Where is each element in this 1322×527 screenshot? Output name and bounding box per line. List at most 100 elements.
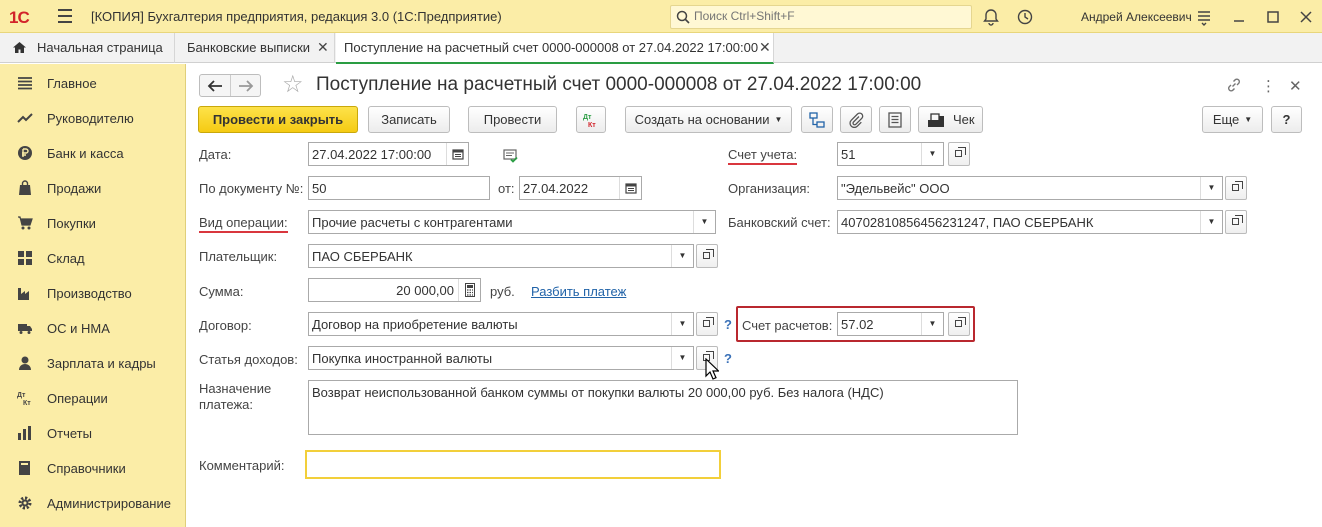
open-payer-button[interactable] — [696, 244, 718, 268]
date-label: Дата: — [199, 147, 232, 162]
trend-icon — [17, 113, 33, 123]
sidebar-item-label: Руководителю — [47, 111, 134, 126]
date-field[interactable]: 27.04.2022 17:00:00 — [308, 142, 469, 166]
chevron-down-icon[interactable]: ▼ — [693, 211, 715, 233]
post-and-close-button[interactable]: Провести и закрыть — [198, 106, 358, 133]
dt-kt-icon: ДтКт — [583, 114, 596, 129]
dt-kt-button[interactable]: Дт Кт — [576, 106, 606, 133]
open-window-icon — [703, 317, 714, 327]
tab-bank-statements-label: Банковские выписки — [187, 40, 311, 55]
sidebar-item-reports[interactable]: Отчеты — [0, 415, 186, 450]
more-actions-button[interactable]: Еще ▼ — [1202, 106, 1263, 133]
close-tab-icon[interactable]: ✕ — [317, 39, 329, 56]
structure-button[interactable] — [801, 106, 833, 133]
forward-arrow-icon[interactable] — [238, 80, 254, 92]
tab-home[interactable]: Начальная страница — [0, 33, 175, 63]
open-organization-button[interactable] — [1225, 176, 1247, 200]
sidebar-item-operations[interactable]: Дт Кт Операции — [0, 380, 186, 415]
calendar-button[interactable] — [446, 143, 468, 165]
tab-receipt-label: Поступление на расчетный счет 0000-00000… — [344, 40, 759, 55]
income-item-help-icon[interactable]: ? — [724, 351, 732, 366]
attach-button[interactable] — [840, 106, 872, 133]
sidebar-item-manager[interactable]: Руководителю — [0, 100, 186, 135]
favorite-star-icon[interactable]: ☆ — [282, 70, 304, 99]
sidebar-item-admin[interactable]: Администрирование — [0, 485, 186, 520]
sidebar-item-production[interactable]: Производство — [0, 275, 186, 310]
tab-receipt-document[interactable]: Поступление на расчетный счет 0000-00000… — [336, 33, 774, 64]
sidebar-item-label: Склад — [47, 251, 85, 266]
operation-type-field[interactable]: Прочие расчеты с контрагентами ▼ — [308, 210, 716, 234]
contract-help-icon[interactable]: ? — [724, 317, 732, 332]
organization-field[interactable]: "Эдельвейс" ООО ▼ — [837, 176, 1223, 200]
bank-account-field[interactable]: 40702810856456231247, ПАО СБЕРБАНК ▼ — [837, 210, 1223, 234]
app-title: [КОПИЯ] Бухгалтерия предприятия, редакци… — [91, 9, 502, 24]
sidebar-item-bank[interactable]: Банк и касса — [0, 135, 186, 170]
settlement-account-field[interactable]: 57.02 ▼ — [837, 312, 944, 336]
paperclip-icon — [849, 111, 864, 128]
global-search[interactable] — [670, 5, 972, 29]
user-name[interactable]: Андрей Алексеевич — [1081, 10, 1192, 24]
account-field[interactable]: 51 ▼ — [837, 142, 944, 166]
sidebar-item-warehouse[interactable]: Склад — [0, 240, 186, 275]
organization-value: "Эдельвейс" ООО — [841, 181, 950, 196]
sidebar-item-sales[interactable]: Продажи — [0, 170, 186, 205]
comment-input[interactable] — [305, 450, 721, 479]
comment-label: Комментарий: — [199, 458, 285, 473]
sidebar-item-main[interactable]: Главное — [0, 65, 186, 100]
search-input[interactable] — [694, 9, 964, 23]
split-payment-link[interactable]: Разбить платеж — [531, 284, 626, 299]
contract-field[interactable]: Договор на приобретение валюты ▼ — [308, 312, 694, 336]
tab-bank-statements[interactable]: Банковские выписки ✕ — [175, 33, 335, 63]
date-value: 27.04.2022 17:00:00 — [312, 147, 432, 162]
contract-label: Договор: — [199, 318, 252, 333]
app-logo[interactable]: 1С — [9, 8, 30, 28]
save-button[interactable]: Записать — [368, 106, 450, 133]
purpose-label: Назначение платежа: — [199, 381, 272, 412]
close-tab-icon[interactable]: ✕ — [759, 39, 771, 56]
chevron-down-icon[interactable]: ▼ — [1200, 177, 1222, 199]
help-button[interactable]: ? — [1271, 106, 1302, 133]
open-bank-account-button[interactable] — [1225, 210, 1247, 234]
minimize-icon[interactable] — [1230, 8, 1248, 26]
income-item-field[interactable]: Покупка иностранной валюты ▼ — [308, 346, 694, 370]
post-button[interactable]: Провести — [468, 106, 557, 133]
calendar-button[interactable] — [619, 177, 641, 199]
close-form-icon[interactable]: ✕ — [1289, 77, 1302, 95]
chevron-down-icon[interactable]: ▼ — [671, 347, 693, 369]
sum-field[interactable]: 20 000,00 — [308, 278, 481, 302]
settings-menu-icon[interactable] — [1195, 8, 1213, 26]
receipt-check-button[interactable]: Чек — [918, 106, 983, 133]
open-contract-button[interactable] — [696, 312, 718, 336]
sidebar-item-purchases[interactable]: Покупки — [0, 205, 186, 240]
chevron-down-icon[interactable]: ▼ — [671, 313, 693, 335]
calculator-button[interactable] — [458, 279, 480, 301]
chevron-down-icon[interactable]: ▼ — [921, 143, 943, 165]
print-button[interactable] — [879, 106, 911, 133]
maximize-icon[interactable] — [1264, 8, 1282, 26]
sidebar-item-label: Справочники — [47, 461, 126, 476]
doc-number-field[interactable]: 50 — [308, 176, 490, 200]
chevron-down-icon[interactable]: ▼ — [1200, 211, 1222, 233]
create-based-on-button[interactable]: Создать на основании ▼ — [625, 106, 792, 133]
payer-field[interactable]: ПАО СБЕРБАНК ▼ — [308, 244, 694, 268]
sidebar-item-assets[interactable]: ОС и НМА — [0, 310, 186, 345]
from-date-field[interactable]: 27.04.2022 — [519, 176, 642, 200]
posted-status-icon — [503, 149, 518, 163]
sidebar-item-label: Продажи — [47, 181, 102, 196]
calendar-icon — [625, 183, 637, 194]
close-window-icon[interactable] — [1297, 8, 1315, 26]
sidebar-item-salary[interactable]: Зарплата и кадры — [0, 345, 186, 380]
chevron-down-icon[interactable]: ▼ — [671, 245, 693, 267]
mouse-cursor-icon — [705, 358, 719, 380]
main-menu-icon[interactable] — [58, 9, 72, 23]
link-icon[interactable] — [1226, 77, 1242, 93]
back-arrow-icon[interactable] — [207, 80, 223, 92]
open-settlement-account-button[interactable] — [948, 312, 970, 336]
history-icon[interactable] — [1016, 8, 1034, 26]
chevron-down-icon[interactable]: ▼ — [921, 313, 943, 335]
more-vertical-icon[interactable]: ⋮ — [1261, 77, 1276, 95]
sidebar-item-catalogs[interactable]: Справочники — [0, 450, 186, 485]
bell-icon[interactable] — [982, 8, 1000, 26]
open-account-button[interactable] — [948, 142, 970, 166]
purpose-textarea[interactable]: Возврат неиспользованной банком суммы от… — [308, 380, 1018, 435]
